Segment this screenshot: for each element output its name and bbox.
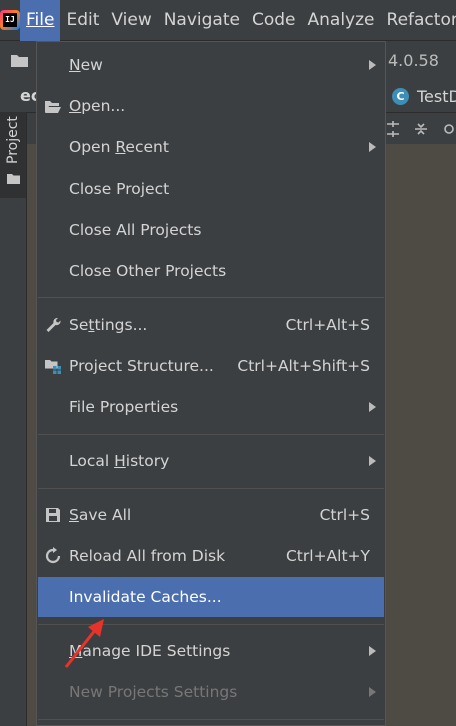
menu-item-invalidate-caches[interactable]: Invalidate Caches... — [38, 577, 384, 617]
menu-refactor-label: Refactor — [386, 9, 456, 30]
project-structure-icon — [45, 360, 61, 374]
menu-item-save-all[interactable]: Save All Ctrl+S — [38, 495, 384, 535]
menu-code-label: Code — [251, 9, 296, 30]
tab-testd[interactable]: C TestD — [392, 80, 456, 112]
menu-item-local-history[interactable]: Local History — [38, 441, 384, 481]
project-tab-label: Project — [5, 116, 21, 164]
menu-analyze[interactable]: Analyze — [302, 0, 381, 41]
menu-item-open-recent[interactable]: Open Recent — [38, 127, 384, 167]
submenu-arrow-icon — [369, 142, 376, 152]
menu-item-project-structure-label: Project Structure... — [69, 357, 214, 375]
menu-view-label: View — [111, 9, 152, 30]
collapse-all-icon[interactable] — [412, 120, 430, 138]
editor-tools — [380, 114, 456, 144]
menu-navigate-label: Navigate — [163, 9, 240, 30]
menu-item-open[interactable]: Open... — [38, 86, 384, 126]
intellij-logo-icon[interactable]: IJ — [0, 0, 20, 41]
menu-item-close-all-projects[interactable]: Close All Projects — [38, 210, 384, 250]
menu-separator — [38, 719, 384, 720]
menu-item-open-recent-label: Open Recent — [69, 138, 169, 156]
folder-icon — [7, 174, 20, 184]
menu-navigate[interactable]: Navigate — [158, 0, 246, 41]
submenu-arrow-icon — [369, 456, 376, 466]
project-tool-tab[interactable]: Project — [0, 112, 26, 198]
menu-separator — [38, 488, 384, 489]
menu-item-reload-all[interactable]: Reload All from Disk Ctrl+Alt+Y — [38, 536, 384, 576]
menu-item-close-other-projects-label: Close Other Projects — [69, 262, 227, 280]
settings-shortcut: Ctrl+Alt+S — [285, 316, 370, 334]
save-icon — [46, 508, 60, 522]
menu-item-open-label: Open... — [69, 97, 126, 115]
menu-edit[interactable]: Edit — [60, 0, 105, 41]
left-tool-strip: Project — [0, 112, 27, 726]
reload-icon — [45, 547, 61, 564]
menu-item-close-project[interactable]: Close Project — [38, 169, 384, 209]
menu-item-project-structure[interactable]: Project Structure... Ctrl+Alt+Shift+S — [38, 346, 384, 386]
project-structure-shortcut: Ctrl+Alt+Shift+S — [237, 357, 370, 375]
tab-testd-label: TestD — [417, 86, 456, 106]
menu-item-save-all-label: Save All — [69, 506, 132, 524]
submenu-arrow-icon — [369, 60, 376, 70]
menu-item-new[interactable]: New — [38, 45, 384, 85]
menu-item-new-projects-settings-label: New Projects Settings — [69, 683, 238, 701]
menu-analyze-label: Analyze — [307, 9, 375, 30]
menu-separator — [38, 297, 384, 298]
menu-item-file-properties-label: File Properties — [69, 398, 179, 416]
menu-file-label: File — [26, 9, 55, 30]
menu-item-close-project-label: Close Project — [69, 180, 170, 198]
menu-item-settings[interactable]: Settings... Ctrl+Alt+S — [38, 305, 384, 345]
menu-item-close-other-projects[interactable]: Close Other Projects — [38, 251, 384, 291]
menu-item-reload-all-label: Reload All from Disk — [69, 547, 226, 565]
save-all-shortcut: Ctrl+S — [319, 506, 370, 524]
menu-item-new-label: New — [69, 56, 103, 74]
submenu-arrow-icon — [369, 402, 376, 412]
reload-all-shortcut: Ctrl+Alt+Y — [285, 547, 370, 565]
menu-item-settings-label: Settings... — [69, 316, 148, 334]
annotation-arrow-icon — [64, 619, 104, 668]
menu-item-invalidate-caches-label: Invalidate Caches... — [69, 588, 222, 606]
gear-icon[interactable] — [440, 120, 456, 138]
open-folder-icon[interactable] — [10, 52, 30, 68]
expand-all-icon[interactable] — [384, 120, 402, 138]
java-class-icon: C — [392, 87, 409, 105]
open-folder-icon — [45, 101, 61, 113]
menu-item-local-history-label: Local History — [69, 452, 170, 470]
menu-item-file-properties[interactable]: File Properties — [38, 387, 384, 427]
menu-refactor[interactable]: Refactor — [381, 0, 456, 41]
menu-separator — [38, 434, 384, 435]
menu-view[interactable]: View — [105, 0, 157, 41]
menu-item-close-all-projects-label: Close All Projects — [69, 221, 202, 239]
menu-edit-label: Edit — [66, 9, 100, 30]
menu-file[interactable]: File — [20, 0, 61, 41]
submenu-arrow-icon — [369, 687, 376, 697]
menu-bar: IJ File Edit View Navigate Code Analyze … — [0, 0, 456, 41]
wrench-icon — [46, 317, 61, 332]
submenu-arrow-icon — [369, 646, 376, 656]
version-text: 4.0.58 — [388, 51, 439, 70]
menu-item-new-projects-settings[interactable]: New Projects Settings — [38, 672, 384, 712]
menu-code[interactable]: Code — [246, 0, 302, 41]
